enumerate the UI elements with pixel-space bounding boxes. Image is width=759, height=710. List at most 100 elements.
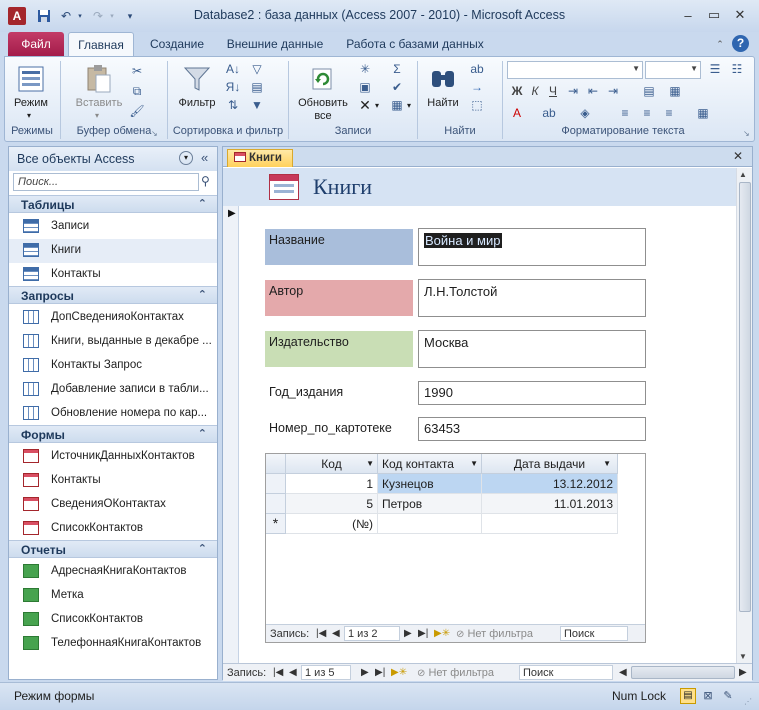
nav-header[interactable]: Все объекты Access ▾ « xyxy=(9,147,217,171)
tab-database-tools[interactable]: Работа с базами данных xyxy=(340,32,490,56)
find-binoculars-icon[interactable] xyxy=(427,63,459,95)
alt-fill-color-icon[interactable]: ▦ xyxy=(695,105,711,121)
nav-item[interactable]: Записи xyxy=(9,215,217,239)
new-row-cell[interactable]: (№) xyxy=(286,514,378,534)
delete-dropdown-icon[interactable]: ▾ xyxy=(375,101,379,110)
table-cell[interactable]: 5 xyxy=(286,494,378,514)
first-record-icon[interactable]: |◀ xyxy=(273,667,283,678)
column-header-issue-date[interactable]: Дата выдачи ▼ xyxy=(482,454,618,474)
column-sort-dropdown-icon[interactable]: ▼ xyxy=(366,459,374,468)
table-cell[interactable]: 13.12.2012 xyxy=(482,474,618,494)
view-mode-icon[interactable] xyxy=(15,63,47,95)
table-cell[interactable]: 1 xyxy=(286,474,378,494)
new-record-icon[interactable]: ✳ xyxy=(357,61,373,77)
new-record-row-selector[interactable]: * xyxy=(266,514,286,534)
align-right-icon[interactable]: ≡ xyxy=(661,105,677,121)
record-selector[interactable]: ▶ xyxy=(223,206,239,665)
font-size-combo[interactable]: ▼ xyxy=(645,61,701,79)
close-icon[interactable]: ✕ xyxy=(728,6,752,24)
nav-group-queries[interactable]: Запросы ⌃ xyxy=(9,286,217,304)
scroll-thumb[interactable] xyxy=(739,182,751,612)
table-cell[interactable]: Кузнецов xyxy=(378,474,482,494)
fill-color-icon[interactable]: ◈ xyxy=(577,105,593,121)
minimize-icon[interactable]: – xyxy=(676,6,700,24)
previous-record-icon[interactable]: ◀ xyxy=(332,628,340,639)
find-button[interactable]: Найти xyxy=(421,97,465,109)
layout-view-icon[interactable]: ⊠ xyxy=(700,688,716,704)
minimize-ribbon-icon[interactable]: ⌃ xyxy=(712,36,728,52)
collapse-nav-icon[interactable]: « xyxy=(201,150,208,165)
collapse-group-icon[interactable]: ⌃ xyxy=(198,197,207,210)
document-tab-books[interactable]: Книги xyxy=(227,149,293,167)
scroll-right-icon[interactable]: ▶ xyxy=(739,667,747,678)
view-mode-button[interactable]: Режим xyxy=(7,97,55,109)
nav-item[interactable]: ДопСведенияоКонтактах xyxy=(9,306,217,330)
form-view-icon[interactable]: ▤ xyxy=(680,688,696,704)
more-dropdown-icon[interactable]: ▾ xyxy=(407,101,411,110)
nav-item[interactable]: АдреснаяКнигаКонтактов xyxy=(9,560,217,584)
align-left-icon[interactable]: ≡ xyxy=(617,105,633,121)
toggle-filter-icon[interactable]: ▼ xyxy=(249,97,265,113)
tab-file[interactable]: Файл xyxy=(8,32,64,56)
nav-item[interactable]: Добавление записи в табли... xyxy=(9,378,217,402)
more-records-icon[interactable]: ▦ xyxy=(389,97,405,113)
refresh-all-button[interactable]: Обновить xyxy=(293,97,353,109)
tab-home[interactable]: Главная xyxy=(68,32,134,56)
save-record-icon[interactable]: ▣ xyxy=(357,79,373,95)
nav-menu-dropdown-icon[interactable]: ▾ xyxy=(179,151,193,165)
sort-descending-icon[interactable]: Я↓ xyxy=(225,79,241,95)
column-header-code[interactable]: Код ▼ xyxy=(286,454,378,474)
first-record-icon[interactable]: |◀ xyxy=(316,628,326,639)
highlight-color-icon[interactable]: ab xyxy=(541,105,557,121)
nav-item[interactable]: Контакты Запрос xyxy=(9,354,217,378)
new-record-nav-icon[interactable]: ▶✳ xyxy=(391,667,407,678)
go-to-icon[interactable]: → xyxy=(469,79,485,95)
nav-item[interactable]: Контакты xyxy=(9,263,217,287)
nav-group-reports[interactable]: Отчеты ⌃ xyxy=(9,540,217,558)
nav-item[interactable]: СписокКонтактов xyxy=(9,608,217,632)
delete-record-icon[interactable]: ✕ xyxy=(357,97,373,113)
paste-icon[interactable] xyxy=(83,63,115,95)
search-icon[interactable]: ⚲ xyxy=(201,174,210,188)
nav-item[interactable]: Книги, выданные в декабре ... xyxy=(9,330,217,354)
row-selector[interactable] xyxy=(266,494,286,514)
column-header-contact-code[interactable]: Код контакта ▼ xyxy=(378,454,482,474)
nav-item[interactable]: Метка xyxy=(9,584,217,608)
scroll-down-icon[interactable]: ▼ xyxy=(739,652,747,661)
maximize-icon[interactable]: ▭ xyxy=(702,6,726,24)
nav-group-forms[interactable]: Формы ⌃ xyxy=(9,425,217,443)
new-record-nav-icon[interactable]: ▶✳ xyxy=(434,628,450,639)
clear-sort-icon[interactable]: ⇅ xyxy=(225,97,241,113)
indent-icon[interactable]: ⇥ xyxy=(605,83,621,99)
nav-item[interactable]: ТелефоннаяКнигаКонтактов xyxy=(9,632,217,656)
nav-item[interactable]: СписокКонтактов xyxy=(9,517,217,541)
column-sort-dropdown-icon[interactable]: ▼ xyxy=(470,459,478,468)
subform-record-position[interactable]: 1 из 2 xyxy=(344,626,400,641)
font-name-combo[interactable]: ▼ xyxy=(507,61,643,79)
vertical-scrollbar[interactable]: ▲ ▼ xyxy=(736,168,752,665)
refresh-all-icon[interactable] xyxy=(307,63,339,95)
tab-create[interactable]: Создание xyxy=(144,32,210,56)
horizontal-scroll-thumb[interactable] xyxy=(631,666,735,679)
scroll-up-icon[interactable]: ▲ xyxy=(739,170,747,179)
align-center-icon[interactable]: ≡ xyxy=(639,105,655,121)
format-painter-icon[interactable]: 🖌 xyxy=(129,103,145,119)
paste-dropdown-icon[interactable]: ▾ xyxy=(95,111,99,120)
view-mode-dropdown-icon[interactable]: ▾ xyxy=(27,111,31,120)
cut-icon[interactable]: ✂ xyxy=(129,63,145,79)
design-view-icon[interactable]: ✎ xyxy=(720,688,736,704)
select-all-cell[interactable] xyxy=(266,454,286,474)
scroll-left-icon[interactable]: ◀ xyxy=(619,667,627,678)
table-cell[interactable]: Петров xyxy=(378,494,482,514)
next-record-icon[interactable]: ▶ xyxy=(404,628,412,639)
tab-external-data[interactable]: Внешние данные xyxy=(220,32,330,56)
resize-grip-icon[interactable]: ⋰ xyxy=(744,697,752,706)
nav-item[interactable]: Контакты xyxy=(9,469,217,493)
last-record-icon[interactable]: ▶| xyxy=(375,667,385,678)
new-row-cell[interactable] xyxy=(482,514,618,534)
text-direction-icon[interactable]: ⇥ xyxy=(565,83,581,99)
underline-icon[interactable]: Ч xyxy=(545,83,561,99)
next-record-icon[interactable]: ▶ xyxy=(361,667,369,678)
table-cell[interactable]: 11.01.2013 xyxy=(482,494,618,514)
bullets-icon[interactable]: ☰ xyxy=(707,61,723,77)
